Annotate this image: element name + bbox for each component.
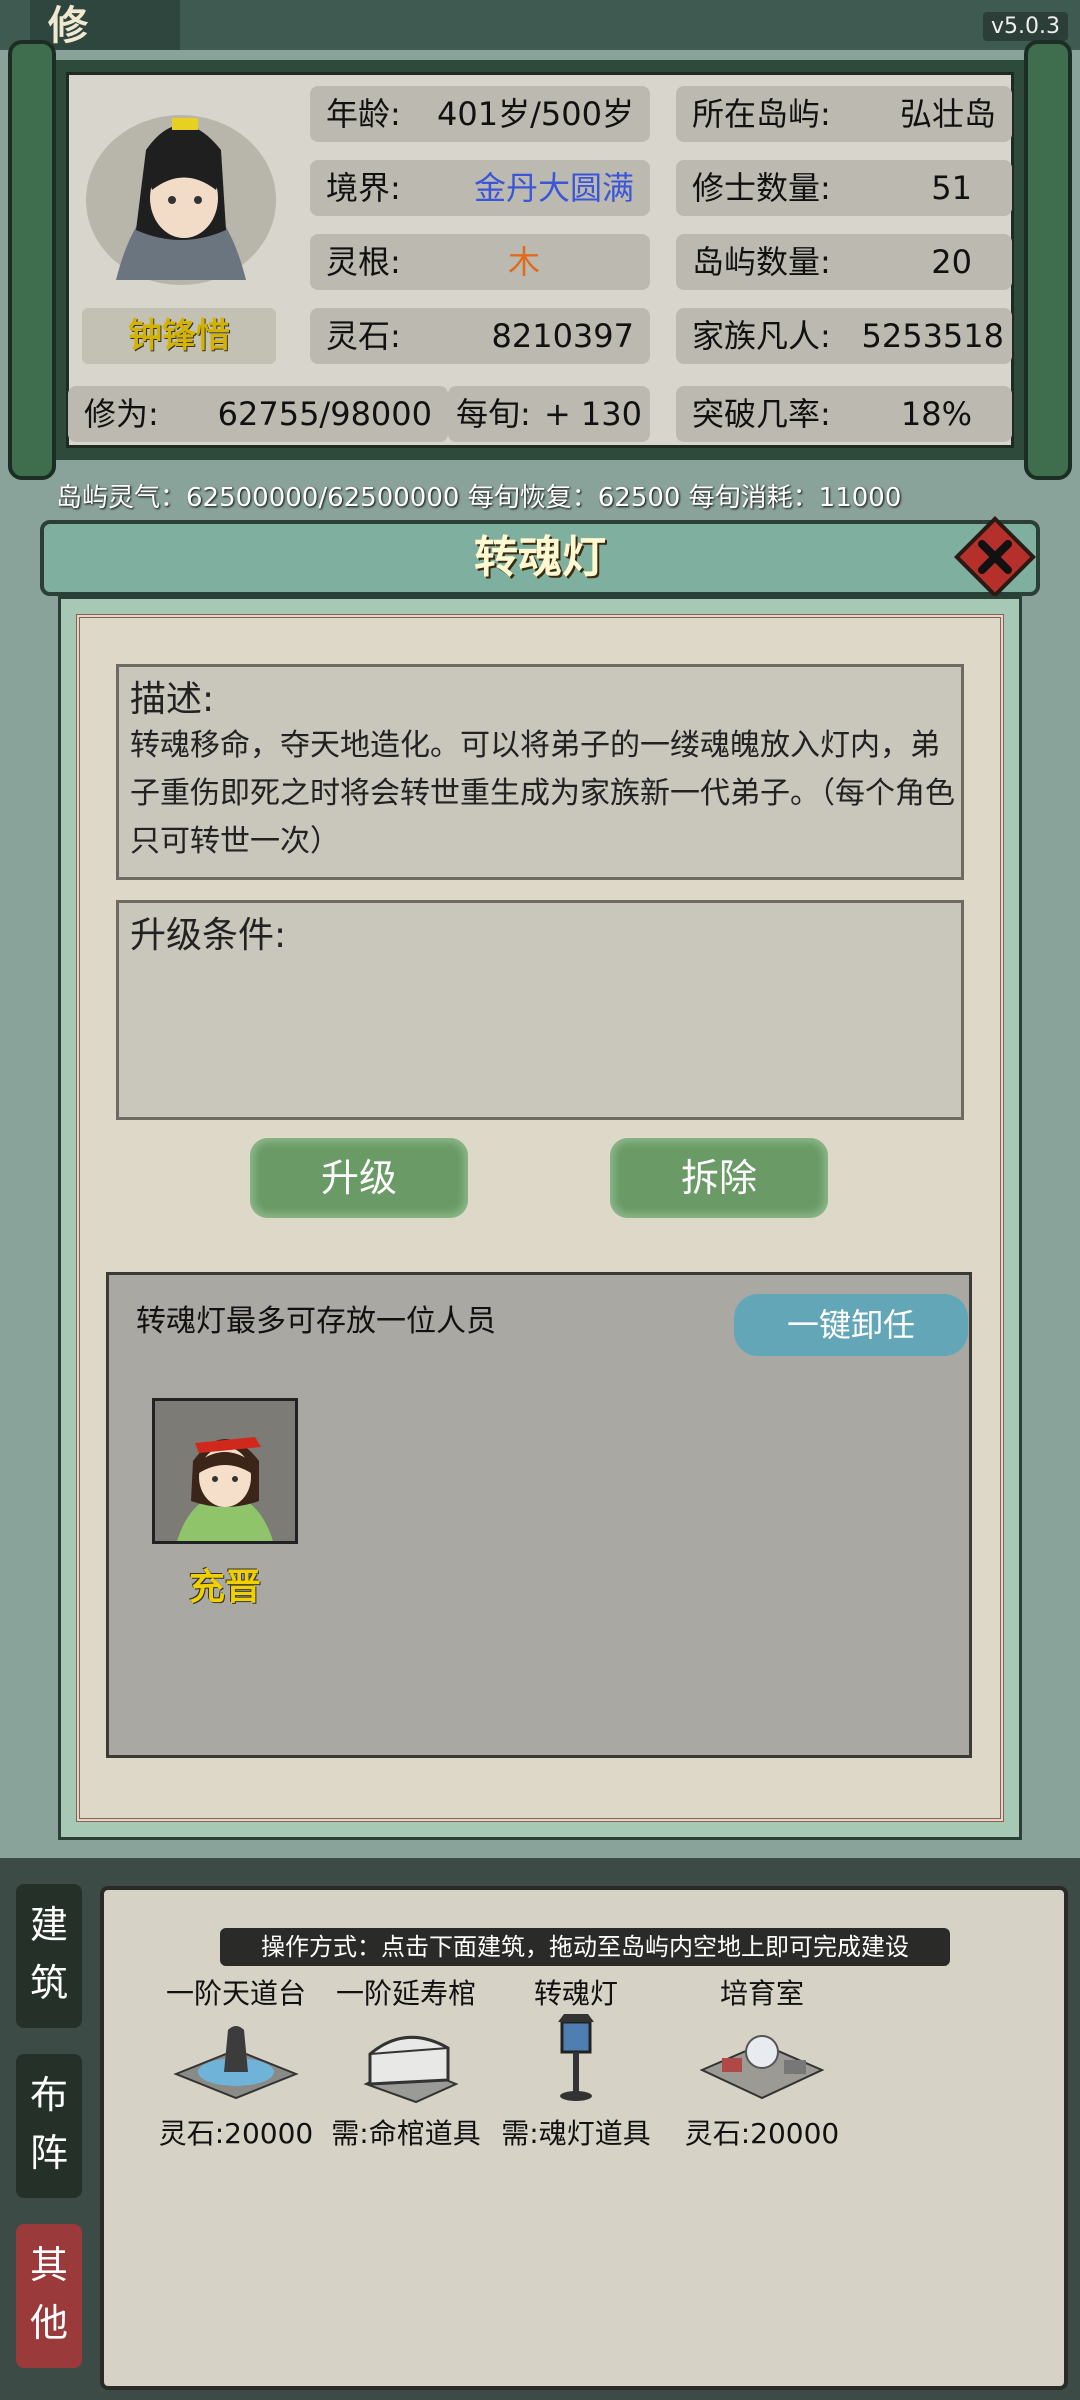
breakthrough-field: 突破几率: 18% [676,386,1012,442]
cultivation-label: 修为: [84,395,159,433]
game-title-tab: 修 [30,0,180,50]
building-name: 转魂灯 [533,1977,618,2010]
building-card-longevity-coffin[interactable]: 一阶延寿棺 需:命棺道具 [316,1972,496,2152]
island-field: 所在岛屿: 弘壮岛 [676,86,1012,142]
building-card-soul-lamp[interactable]: 转魂灯 需:魂灯道具 [486,1972,666,2152]
age-label: 年龄: [326,95,401,133]
building-cost: 灵石:20000 [684,2117,840,2150]
mortals-label: 家族凡人: [692,317,831,355]
root-field: 灵根: 木 [310,234,650,290]
coffin-icon [363,2035,459,2104]
player-name: 钟锋惜 [82,308,276,364]
storage-capacity-text: 转魂灯最多可存放一位人员 [136,1304,496,1339]
per-turn-value: + 130 [543,395,642,433]
remove-button[interactable]: 拆除 [610,1138,828,1218]
per-turn-field: 每旬: + 130 [448,386,650,442]
dismiss-all-button[interactable]: 一键卸任 [734,1294,968,1356]
mortals-value: 5253518 [861,317,1004,355]
building-card-heaven-altar[interactable]: 一阶天道台 灵石:20000 [146,1972,326,2152]
per-turn-label: 每旬: [456,395,531,433]
member-avatar[interactable] [152,1398,298,1544]
scroll-roller-left [8,40,56,480]
building-name: 培育室 [719,1977,804,2010]
root-label: 灵根: [326,243,401,281]
cultivators-label: 修士数量: [692,169,831,207]
tab-other[interactable]: 其他 [16,2224,82,2368]
member-name: 充晋 [188,1567,261,1608]
building-cost: 灵石:20000 [158,2117,314,2150]
breakthrough-value: 18% [900,395,972,433]
cultivators-value: 51 [931,169,972,207]
player-avatar[interactable] [76,80,286,300]
dialog-title: 转魂灯 [474,532,606,583]
lamp-icon [558,2014,594,2101]
description-title: 描述: [130,679,215,720]
islands-field: 岛屿数量: 20 [676,234,1012,290]
close-button[interactable] [952,514,1038,600]
stone-field: 灵石: 8210397 [310,308,650,364]
version-label: v5.0.3 [983,12,1068,41]
mortals-field: 家族凡人: 5253518 [676,308,1012,364]
root-value: 木 [507,243,540,281]
building-cost: 需:魂灯道具 [501,2117,651,2150]
tab-formation[interactable]: 布阵 [16,2054,82,2198]
upgrade-conditions-title: 升级条件: [130,915,287,956]
building-cost: 需:命棺道具 [331,2117,481,2150]
operation-hint: 操作方式：点击下面建筑，拖动至岛屿内空地上即可完成建设 [220,1928,950,1966]
nursery-icon [699,2035,825,2100]
description-text: 转魂移命，夺天地造化。可以将弟子的一缕魂魄放入灯内，弟子重伤即死之时将会转世重生… [130,728,955,859]
building-name: 一阶延寿棺 [335,1977,476,2010]
island-value: 弘壮岛 [899,95,996,133]
cultivation-value: 62755/98000 [217,395,432,433]
islands-value: 20 [931,243,972,281]
cultivators-field: 修士数量: 51 [676,160,1012,216]
island-label: 所在岛屿: [692,95,831,133]
breakthrough-label: 突破几率: [692,395,831,433]
islands-label: 岛屿数量: [692,243,831,281]
cultivation-field: 修为: 62755/98000 [68,386,448,442]
scroll-roller-right [1024,40,1072,480]
stone-label: 灵石: [326,317,401,355]
close-icon [953,515,1037,599]
realm-value: 金丹大圆满 [473,169,634,207]
stone-value: 8210397 [491,317,634,355]
age-value: 401岁/500岁 [437,95,634,133]
altar-icon [173,2026,299,2100]
building-card-nursery[interactable]: 培育室 灵石:20000 [672,1972,852,2152]
realm-label: 境界: [326,169,401,207]
island-qi-status: 岛屿灵气：62500000/62500000 每旬恢复：62500 每旬消耗：1… [56,483,902,513]
realm-field: 境界: 金丹大圆满 [310,160,650,216]
tab-build[interactable]: 建筑 [16,1884,82,2028]
upgrade-button[interactable]: 升级 [250,1138,468,1218]
age-field: 年龄: 401岁/500岁 [310,86,650,142]
building-name: 一阶天道台 [165,1977,306,2010]
